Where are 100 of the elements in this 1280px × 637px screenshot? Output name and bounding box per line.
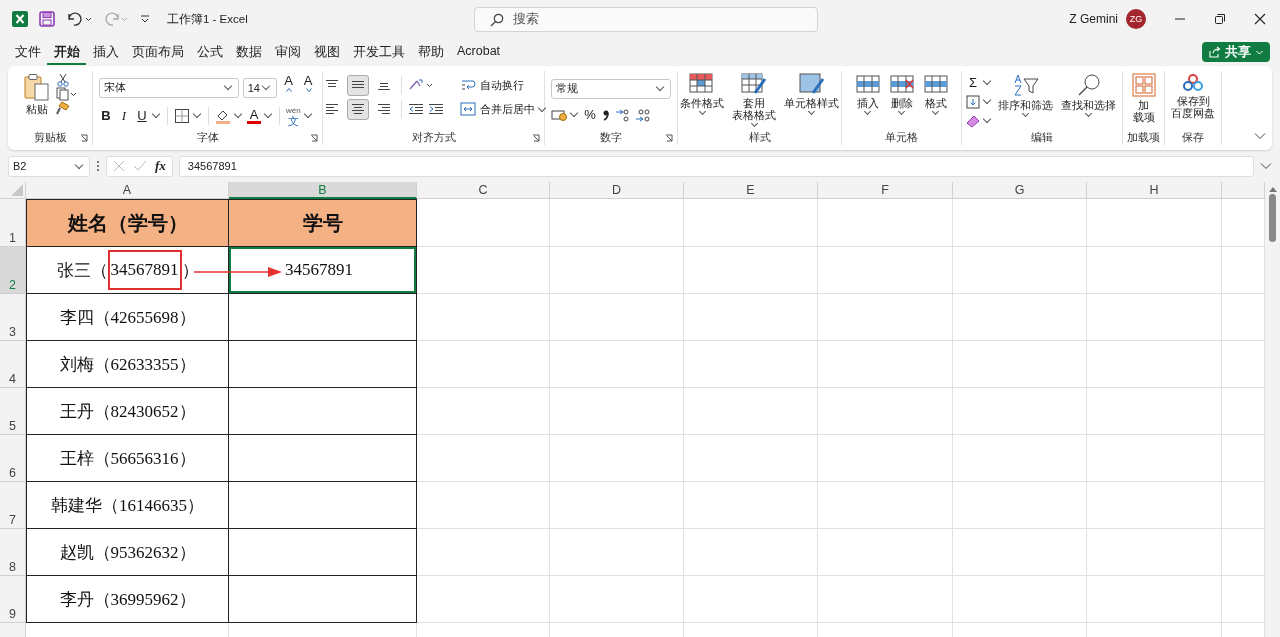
vertical-align-button[interactable] (346, 74, 369, 96)
cell-style-icon (798, 73, 825, 95)
dialog-launcher-icon[interactable] (80, 134, 88, 142)
row-header[interactable]: 1 (0, 199, 26, 247)
paste-button[interactable]: 粘贴 (22, 73, 52, 115)
row-header[interactable]: 4 (0, 341, 26, 388)
row-header[interactable]: 3 (0, 294, 26, 341)
editing-button[interactable]: 查找和选择 (1059, 73, 1118, 118)
row-header[interactable]: 8 (0, 529, 26, 576)
editing-button[interactable]: 排序和筛选 (996, 73, 1055, 118)
copy-icon[interactable] (56, 87, 78, 101)
number-format-dropdown[interactable]: 常规 (551, 78, 671, 99)
save-icon[interactable] (39, 11, 55, 27)
insert-cells-icon (854, 73, 881, 95)
scrollbar-thumb[interactable] (1269, 194, 1276, 242)
font-color-button[interactable]: A (247, 107, 261, 124)
bold-button[interactable]: B (99, 108, 113, 123)
collapse-ribbon-icon[interactable] (1254, 132, 1266, 140)
cell-text: 王丹（82430652） (59, 400, 196, 423)
menu-tab[interactable]: 数据 (229, 39, 268, 65)
column-header[interactable]: B (229, 182, 417, 199)
menu-tab[interactable]: 文件 (8, 39, 47, 65)
merge-center-button[interactable]: 合并后居中 (459, 97, 535, 121)
borders-icon[interactable] (174, 107, 190, 124)
column-header[interactable]: A (26, 182, 229, 199)
phonetic-button[interactable]: wén 文 (286, 105, 301, 126)
cells-button[interactable]: 删除 (886, 73, 917, 116)
italic-button[interactable]: I (117, 107, 131, 124)
expand-formula-bar-icon[interactable] (1260, 162, 1272, 170)
menu-tab[interactable]: 页面布局 (125, 39, 190, 65)
row-header[interactable]: 6 (0, 435, 26, 482)
styles-button[interactable]: 套用 表格格式 (730, 73, 778, 128)
fill-icon[interactable] (966, 94, 980, 109)
align-icon (350, 79, 365, 91)
column-header[interactable]: C (417, 182, 550, 199)
grow-font-button[interactable]: A (280, 72, 297, 103)
save-to-cloud-button[interactable]: 保存到 百度网盘 (1169, 73, 1217, 119)
menu-tab[interactable]: 公式 (190, 39, 229, 65)
user-avatar[interactable]: ZG (1126, 9, 1146, 29)
menu-tab[interactable]: 插入 (86, 39, 125, 65)
format-painter-icon[interactable] (56, 101, 70, 115)
cells-button[interactable]: 格式 (920, 73, 951, 116)
row-header[interactable]: 9 (0, 576, 26, 623)
table-format-icon (741, 73, 767, 95)
menu-tab[interactable]: 审阅 (268, 39, 307, 65)
wrap-text-button[interactable]: 自动换行 (459, 73, 524, 97)
search-icon (490, 12, 504, 27)
autosum-button[interactable]: Σ (966, 75, 980, 90)
column-header[interactable]: H (1087, 182, 1222, 199)
increase-indent-icon[interactable] (427, 103, 444, 115)
dialog-launcher-icon[interactable] (532, 134, 540, 142)
restore-icon[interactable] (1214, 13, 1226, 25)
menu-tab[interactable]: 开始 (47, 39, 86, 65)
undo-icon[interactable] (66, 11, 92, 27)
addins-button[interactable]: 加 载项 (1129, 73, 1158, 123)
column-header[interactable]: D (550, 182, 684, 199)
customize-caret-icon[interactable] (140, 14, 150, 24)
formula-input[interactable]: 34567891 (178, 155, 1254, 177)
more-options-icon[interactable] (96, 160, 100, 172)
increase-decimal-icon[interactable] (615, 106, 631, 123)
column-header[interactable]: F (818, 182, 953, 199)
active-cell[interactable]: 34567891 (229, 247, 417, 294)
dialog-launcher-icon[interactable] (665, 134, 673, 142)
orientation-icon[interactable] (407, 78, 434, 92)
scroll-up-icon[interactable] (1268, 186, 1277, 192)
font-name-dropdown[interactable]: 宋体 (99, 77, 239, 98)
styles-button[interactable]: 条件格式 (678, 73, 726, 116)
menu-tab[interactable]: 视图 (307, 39, 346, 65)
insert-function-button[interactable]: fx (155, 158, 166, 174)
search-field[interactable]: 搜索 (474, 6, 818, 32)
cells-button[interactable]: 插入 (852, 73, 883, 116)
menu-tab[interactable]: 帮助 (411, 39, 450, 65)
row-header[interactable]: 5 (0, 388, 26, 435)
underline-button[interactable]: U (135, 108, 149, 123)
styles-button[interactable]: 单元格样式 (782, 73, 841, 116)
row-header[interactable]: 2 (0, 247, 26, 294)
percent-button[interactable]: % (583, 107, 597, 122)
horizontal-align-button[interactable] (346, 98, 369, 120)
decrease-indent-icon[interactable] (407, 103, 424, 115)
column-header[interactable]: G (953, 182, 1087, 199)
currency-format-icon[interactable] (551, 107, 567, 122)
eraser-icon[interactable] (966, 113, 980, 128)
shrink-font-button[interactable]: A (300, 72, 316, 103)
decrease-decimal-icon[interactable] (635, 106, 651, 123)
close-icon[interactable] (1254, 13, 1266, 25)
column-header[interactable]: E (684, 182, 818, 199)
cell-text: 王梓（56656316） (59, 447, 196, 470)
row-header[interactable]: 7 (0, 482, 26, 529)
group-label: 编辑 (1031, 130, 1053, 145)
group-label: 保存 (1182, 130, 1204, 145)
vertical-scrollbar[interactable] (1265, 182, 1280, 637)
dialog-launcher-icon[interactable] (310, 134, 318, 142)
excel-logo-icon (12, 11, 28, 27)
menu-tab[interactable]: Acrobat (450, 39, 507, 65)
share-button[interactable]: 共享 (1202, 42, 1270, 62)
enter-check-icon[interactable] (133, 160, 147, 172)
name-box[interactable]: B2 (8, 155, 90, 177)
menu-tab[interactable]: 开发工具 (346, 39, 411, 65)
font-size-dropdown[interactable]: 14 (242, 77, 277, 98)
cut-icon[interactable] (56, 73, 70, 87)
